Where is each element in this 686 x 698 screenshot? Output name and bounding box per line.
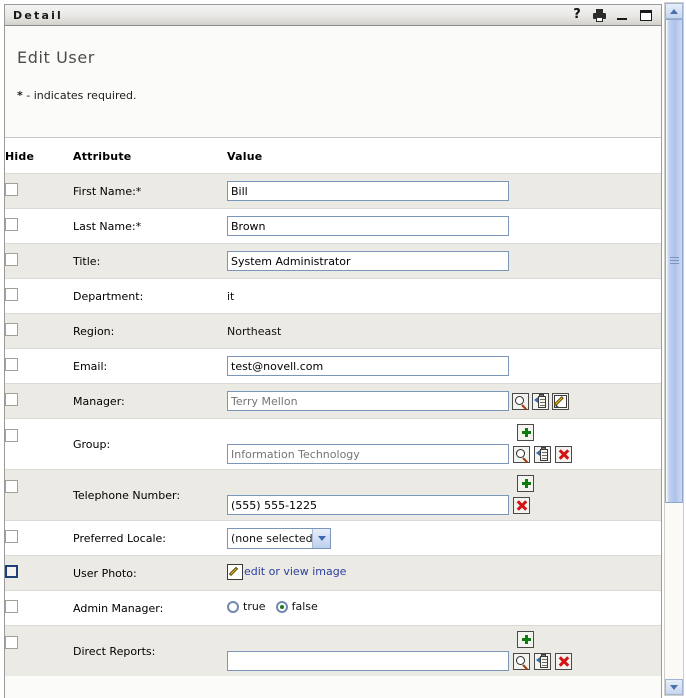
add-icon-telephone[interactable] [517, 475, 534, 492]
maximize-icon[interactable] [639, 8, 653, 22]
table-header-row: Hide Attribute Value [5, 138, 661, 174]
manager-input[interactable] [227, 391, 509, 411]
window-titlebar: Detail ? [4, 4, 662, 26]
attribute-label-email: Email: [73, 349, 227, 384]
table-row: Telephone Number: [5, 470, 661, 521]
history-icon[interactable] [534, 653, 551, 670]
hide-checkbox-last-name[interactable] [5, 218, 18, 231]
attributes-table: Hide Attribute Value First Name:* [5, 138, 661, 676]
attribute-label-department: Department: [73, 279, 227, 314]
direct-reports-input[interactable] [227, 651, 509, 671]
table-row: Direct Reports: [5, 626, 661, 677]
table-row: Title: [5, 244, 661, 279]
hide-checkbox-email[interactable] [5, 358, 18, 371]
first-name-input[interactable] [227, 181, 509, 201]
hide-checkbox-user-photo[interactable] [5, 565, 18, 578]
table-row: First Name:* [5, 174, 661, 209]
scroll-up-button[interactable] [665, 3, 683, 19]
hide-checkbox-preferred-locale[interactable] [5, 530, 18, 543]
detail-window: Detail ? Edit User * - indicates require… [0, 0, 686, 698]
edit-icon[interactable] [552, 393, 569, 410]
table-row: Department: it [5, 279, 661, 314]
attribute-label-direct-reports: Direct Reports: [73, 626, 227, 677]
attribute-label-telephone: Telephone Number: [73, 470, 227, 521]
preferred-locale-selected-value: (none selected) [228, 532, 312, 545]
vertical-scrollbar[interactable] [664, 2, 684, 696]
table-row: Manager: [5, 384, 661, 419]
minimize-icon[interactable] [616, 8, 630, 22]
column-header-hide: Hide [5, 138, 73, 174]
telephone-input[interactable] [227, 495, 509, 515]
required-asterisk: * [17, 89, 23, 102]
attribute-label-region: Region: [73, 314, 227, 349]
email-input[interactable] [227, 356, 509, 376]
print-icon[interactable] [593, 8, 607, 22]
admin-manager-label-true: true [243, 600, 266, 613]
required-note: * - indicates required. [17, 89, 661, 102]
attribute-label-user-photo: User Photo: [73, 556, 227, 591]
title-input[interactable] [227, 251, 509, 271]
column-header-attribute: Attribute [73, 138, 227, 174]
delete-icon[interactable] [513, 497, 530, 514]
history-icon[interactable] [532, 393, 549, 410]
delete-icon[interactable] [555, 446, 572, 463]
window-controls: ? [570, 8, 657, 22]
table-row: User Photo: edit or view image [5, 556, 661, 591]
admin-manager-radio-true[interactable] [227, 601, 239, 613]
attribute-label-group: Group: [73, 419, 227, 470]
group-input[interactable] [227, 444, 509, 464]
table-row: Last Name:* [5, 209, 661, 244]
hide-checkbox-title[interactable] [5, 253, 18, 266]
table-row: Email: [5, 349, 661, 384]
search-icon[interactable] [513, 446, 530, 463]
table-row: Region: Northeast [5, 314, 661, 349]
page-title: Edit User [17, 48, 661, 67]
add-icon-direct-reports[interactable] [517, 631, 534, 648]
preferred-locale-select[interactable]: (none selected) [227, 528, 331, 549]
window-title: Detail [13, 9, 570, 22]
scrollbar-grip-icon [670, 257, 679, 265]
admin-manager-label-false: false [292, 600, 318, 613]
scroll-down-button[interactable] [665, 679, 683, 695]
hide-checkbox-region[interactable] [5, 323, 18, 336]
hide-checkbox-first-name[interactable] [5, 183, 18, 196]
column-header-value: Value [227, 138, 661, 174]
edit-icon[interactable] [227, 564, 243, 580]
hide-checkbox-telephone[interactable] [5, 480, 18, 493]
attribute-label-last-name: Last Name:* [73, 209, 227, 244]
edit-or-view-image-link[interactable]: edit or view image [244, 565, 346, 578]
search-icon[interactable] [513, 653, 530, 670]
scrollbar-thumb[interactable] [665, 19, 683, 503]
history-icon[interactable] [534, 446, 551, 463]
table-row: Admin Manager: true false [5, 591, 661, 626]
admin-manager-radio-group: true false [227, 600, 328, 613]
attribute-label-title: Title: [73, 244, 227, 279]
add-icon-group[interactable] [517, 424, 534, 441]
search-icon[interactable] [512, 393, 529, 410]
detail-content: Edit User * - indicates required. Hide A… [4, 26, 662, 698]
attribute-label-admin-manager: Admin Manager: [73, 591, 227, 626]
hide-checkbox-group[interactable] [5, 429, 18, 442]
table-row: Group: [5, 419, 661, 470]
delete-icon[interactable] [555, 653, 572, 670]
hide-checkbox-manager[interactable] [5, 393, 18, 406]
attribute-label-first-name: First Name:* [73, 174, 227, 209]
table-row: Preferred Locale: (none selected) [5, 521, 661, 556]
chevron-down-icon[interactable] [312, 529, 330, 548]
attribute-label-manager: Manager: [73, 384, 227, 419]
admin-manager-radio-false[interactable] [276, 601, 288, 613]
attribute-label-preferred-locale: Preferred Locale: [73, 521, 227, 556]
page-header: Edit User * - indicates required. [5, 26, 661, 138]
hide-checkbox-direct-reports[interactable] [5, 636, 18, 649]
last-name-input[interactable] [227, 216, 509, 236]
help-icon[interactable]: ? [570, 8, 584, 22]
department-value: it [227, 290, 234, 303]
required-note-text: - indicates required. [26, 89, 136, 102]
region-value: Northeast [227, 325, 281, 338]
hide-checkbox-admin-manager[interactable] [5, 600, 18, 613]
hide-checkbox-department[interactable] [5, 288, 18, 301]
